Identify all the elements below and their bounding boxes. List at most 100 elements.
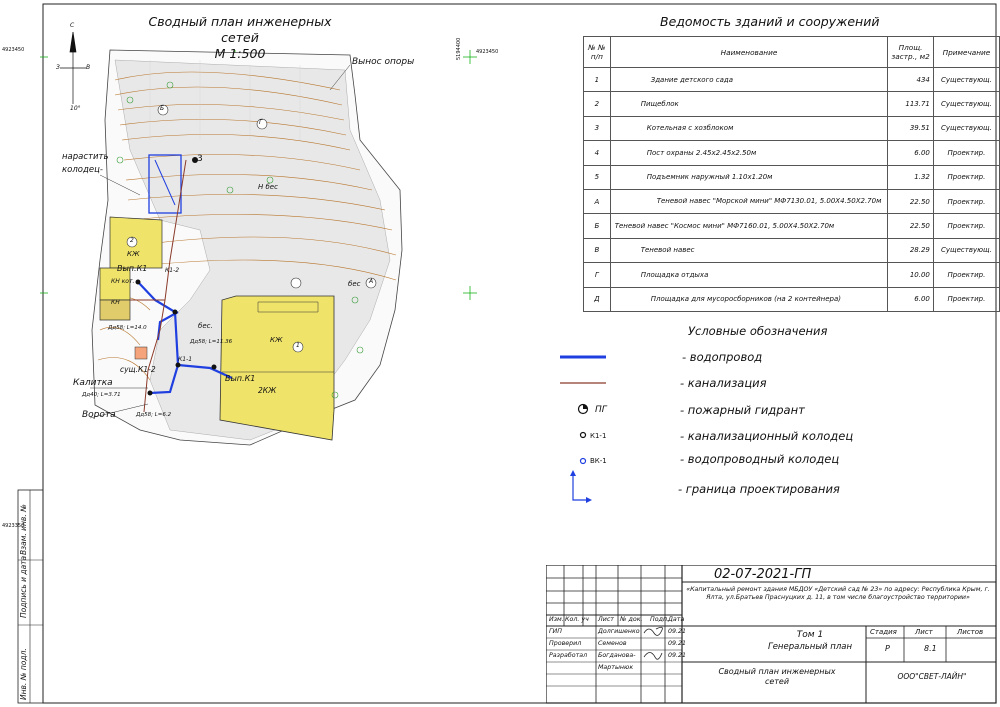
stamp-hdr-kol: Кол. уч — [565, 616, 589, 623]
row-name: Теневой навес "Морской мини" МФ7130.01, … — [609, 188, 889, 215]
row-area: 28.29 — [887, 237, 934, 264]
stamp-sheet-label: Лист — [915, 628, 933, 636]
north-label-z: З — [56, 64, 60, 71]
label-narastit: нарастить — [62, 152, 109, 162]
stamp-code: 02-07-2021-ГП — [714, 567, 812, 582]
label-dim-1: Дд58; L=6.2 — [136, 412, 172, 418]
label-dim-2: Дд40; L=3.71 — [82, 392, 121, 398]
label-kn: КН — [111, 299, 120, 306]
label-zh-small: КЖ — [127, 250, 140, 258]
stamp-hdr-doc: № док. — [620, 616, 643, 623]
drawing-sheet: Сводный план инженерных сетей М 1:500 С … — [0, 0, 1000, 707]
label-dim-4: Дд58; L=11.36 — [190, 339, 233, 345]
legend-title: Условные обозначения — [688, 324, 828, 338]
row-area: 6.00 — [887, 286, 934, 312]
north-label-deg: 10° — [70, 105, 81, 112]
label-k1-2: К1-2 — [165, 267, 180, 274]
row-note: Проектир. — [932, 140, 1000, 166]
row-note: Проектир. — [932, 262, 1000, 288]
stamp-name-1: Семенов — [598, 640, 627, 647]
label-k1-1: К1-1 — [178, 356, 193, 363]
stamp-role-2: Разработал — [549, 652, 588, 659]
label-dim-3: Дд58; L=14.0 — [108, 325, 147, 331]
stamp-name-2: Богданова- — [598, 652, 636, 659]
row-num: Б — [583, 213, 611, 239]
legend-text-water-well: - водопроводный колодец — [680, 452, 840, 466]
stamp-sheet: 8.1 — [924, 644, 937, 653]
row-num: Д — [583, 286, 611, 312]
row-name: Пост охраны 2.45x2.45x2.50м — [609, 140, 889, 166]
stamp-stage-label: Стадия — [870, 628, 897, 636]
row-area: 434 — [887, 66, 934, 93]
stamp-company: ООО"СВЕТ-ЛАЙН" — [897, 672, 967, 681]
row-area: 10.00 — [887, 262, 934, 288]
stamp-stage: Р — [885, 644, 890, 653]
coord-y1: 5194400 — [456, 37, 462, 60]
row-name: Площадка для мусоросборников (на 2 конте… — [609, 286, 889, 312]
header-area: Площ. застр., м2 — [887, 36, 934, 68]
label-vynos-opory: Вынос опоры — [352, 57, 415, 67]
table-row: В Теневой навес 28.29 Существующ. — [583, 237, 1000, 264]
table-row: 1 Здание детского сада 434 Существующ. — [583, 66, 1000, 93]
legend-text-water: - водопровод — [682, 350, 763, 364]
row-note: Проектир. — [932, 213, 1000, 239]
row-note: Существующ. — [932, 115, 1000, 142]
north-label-s: С — [70, 22, 75, 29]
stamp-hdr-podp: Подп. — [650, 616, 670, 623]
row-note: Проектир. — [932, 164, 1000, 190]
north-label-v: В — [86, 64, 91, 71]
label-circle-2: 2 — [130, 237, 134, 244]
row-name: Теневой навес — [609, 237, 889, 264]
header-note: Примечание — [932, 36, 1000, 68]
stamp-sheets-label: Листов — [957, 628, 984, 636]
side-podpis: Подпись и дата — [19, 555, 28, 618]
label-kolodets: колодец- — [62, 165, 103, 175]
label-circle-1: 1 — [296, 342, 300, 349]
stamp-hdr-izm: Изм. — [549, 616, 564, 623]
table-row: 2 Пищеблок 113.71 Существующ. — [583, 91, 1000, 117]
vedomost-title: Ведомость зданий и сооружений — [660, 14, 880, 29]
side-vzam: Взам. инв. № — [19, 504, 28, 555]
label-zh-big: КЖ — [270, 336, 283, 344]
stamp-date-1: 09.21 — [668, 640, 687, 647]
row-area: 39.51 — [887, 115, 934, 142]
stamp-volume-name: Генеральный план — [767, 642, 853, 652]
label-bes-1: бес — [348, 280, 361, 288]
row-area: 1.32 — [887, 164, 934, 190]
legend-symbol-vk1: ВК-1 — [590, 457, 607, 465]
stamp-role-1: Проверил — [549, 640, 582, 647]
label-circle-b: Б — [160, 105, 165, 112]
row-note: Существующ. — [932, 66, 1000, 93]
header-name: Наименование — [609, 36, 889, 68]
legend-sewer-well-icon — [579, 431, 587, 439]
table-row: 3 Котельная с хозблоком 39.51 Существующ. — [583, 115, 1000, 142]
stamp-role-0: ГИП — [549, 628, 562, 635]
legend-water-well-icon — [579, 457, 587, 465]
label-vyp-k1-bottom: Вып.К1 — [225, 374, 256, 383]
row-name: Теневой навес "Космос мини" МФ7160.01, 5… — [609, 213, 889, 239]
label-kalitka: Калитка — [73, 378, 113, 388]
stamp-sheet-name: Сводный план инженерных сетей — [718, 667, 836, 686]
label-susch-k1: сущ.К1-2 — [120, 365, 156, 374]
label-circle-a: А — [369, 278, 374, 285]
row-area: 6.00 — [887, 140, 934, 166]
table-row: 5 Подъемник наружный 1.10x1.20м 1.32 Проект… — [583, 164, 1000, 190]
label-vorota: Ворота — [82, 410, 116, 420]
row-note: Существующ. — [932, 237, 1000, 264]
plan-title-text: Сводный план инженерных сетей — [148, 14, 332, 45]
label-kn-kot: КН кот. — [111, 278, 135, 285]
row-area: 22.50 — [887, 188, 934, 215]
row-num: 5 — [583, 164, 611, 190]
table-row: Г Площадка отдыха 10.00 Проектир. — [583, 262, 1000, 288]
stamp-date-2: 09.21 — [668, 652, 687, 659]
table-row: Б Теневой навес "Космос мини" МФ7160.01, … — [583, 213, 1000, 239]
stamp-hdr-data: Дата — [668, 616, 685, 623]
label-2zh: 2КЖ — [258, 386, 277, 395]
row-note: Существующ. — [932, 91, 1000, 117]
signatures — [643, 626, 663, 660]
table-row: А Теневой навес "Морской мини" МФ7130.01,… — [583, 188, 1000, 215]
label-bes-3: Н бес — [258, 183, 278, 191]
stamp-project: «Капитальный ремонт здания МБДОУ «Детски… — [686, 586, 990, 601]
row-name: Подъемник наружный 1.10x1.20м — [609, 164, 889, 190]
row-name: Площадка отдыха — [609, 262, 889, 288]
